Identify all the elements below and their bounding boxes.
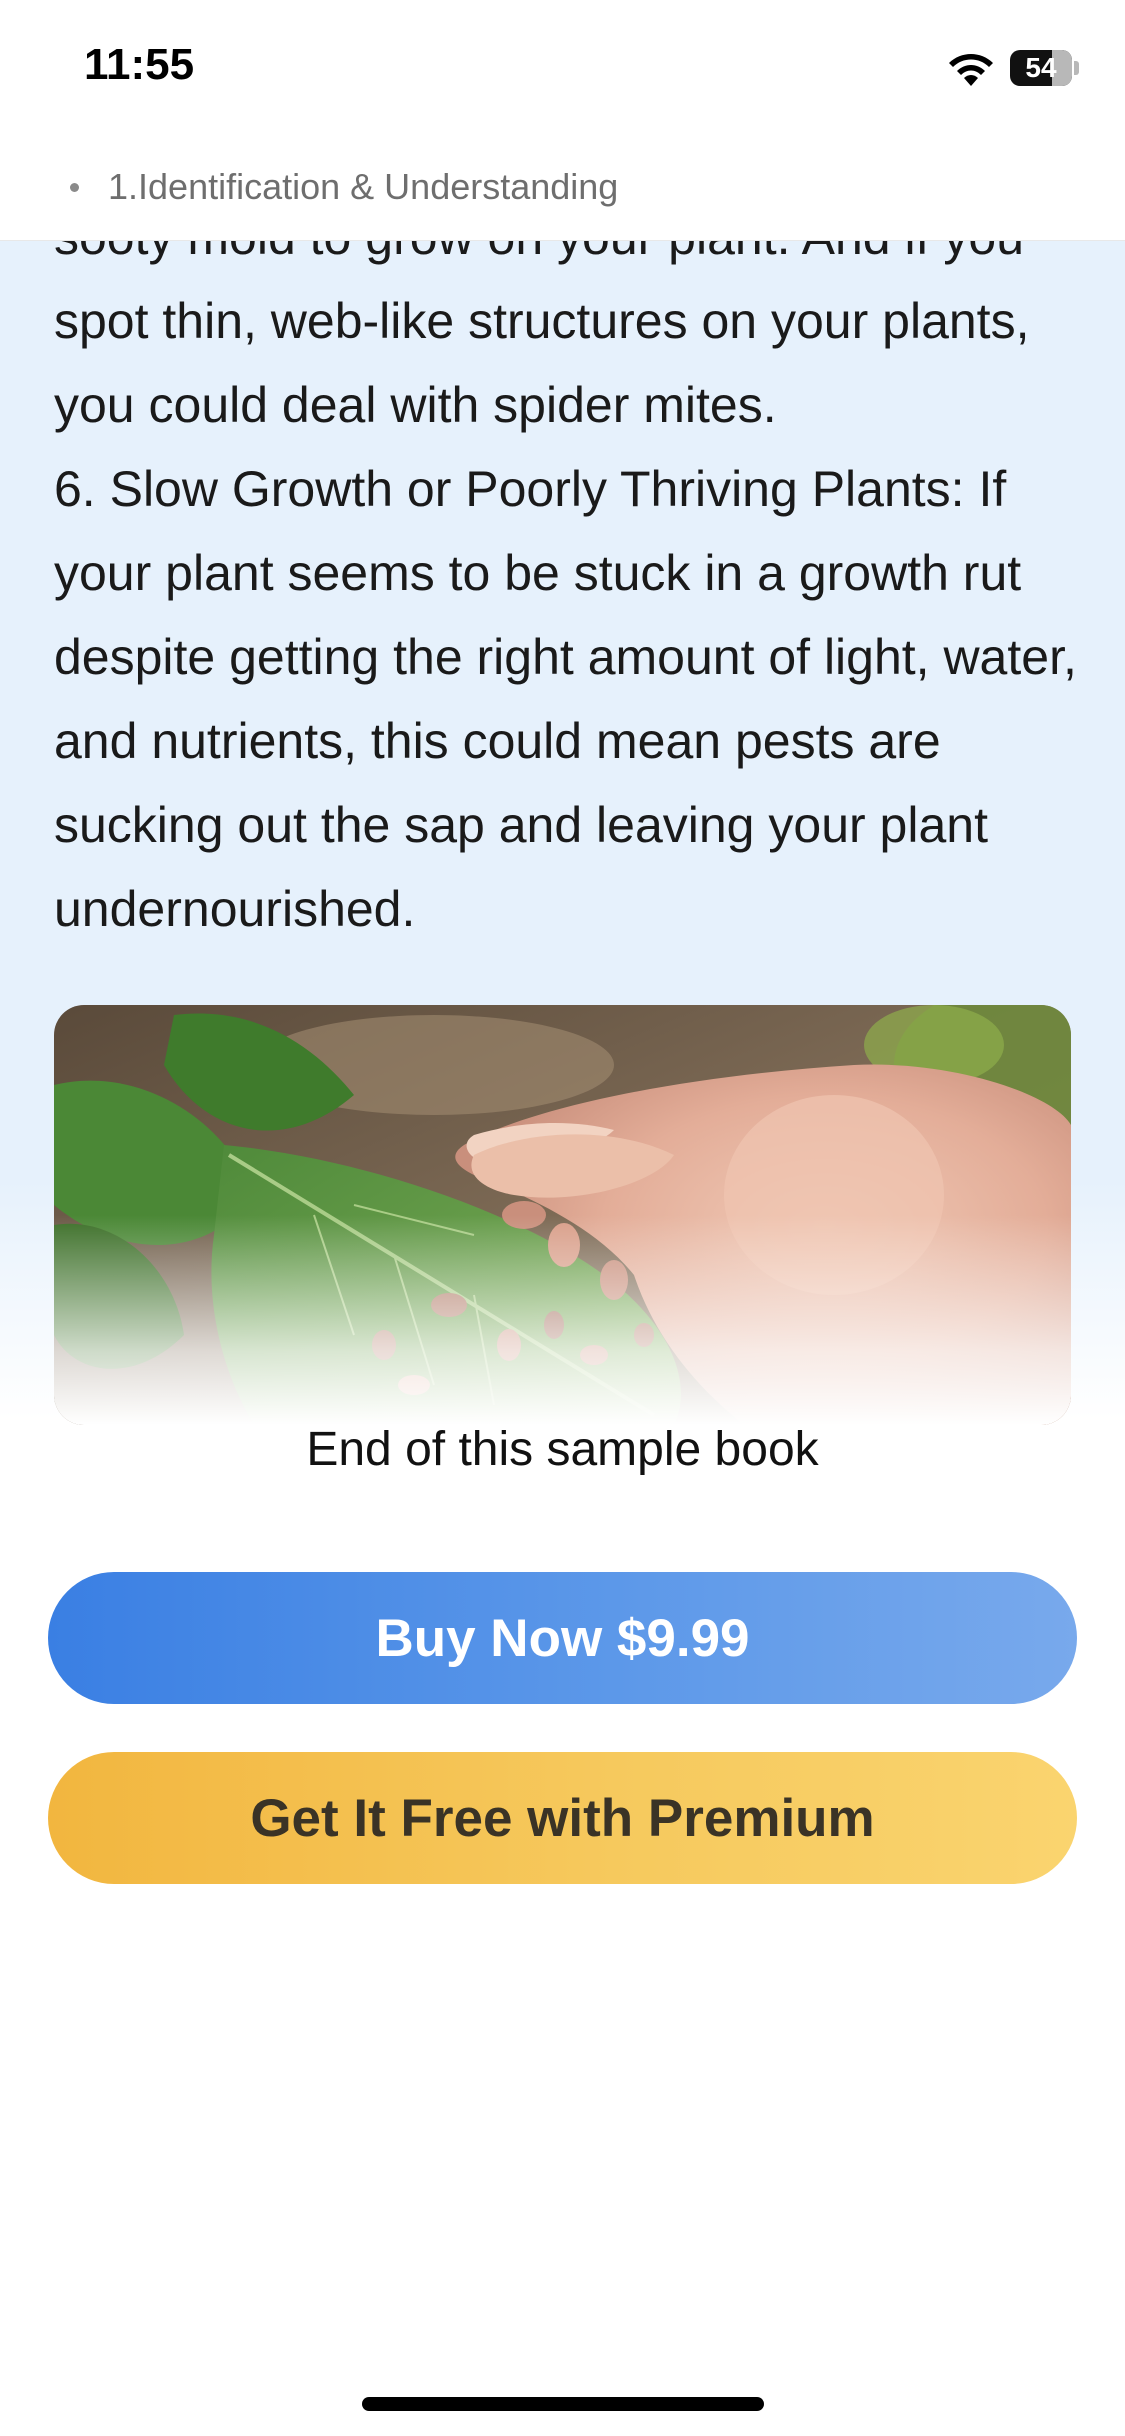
end-of-sample-label: End of this sample book: [306, 1423, 819, 1476]
home-indicator[interactable]: [362, 2397, 764, 2411]
bullet-dot-icon: [70, 183, 79, 192]
chapter-title[interactable]: 1.Identification & Understanding: [108, 166, 618, 208]
reader-screen: sooty mold to grow on your plant. And if…: [0, 0, 1125, 2436]
wifi-icon: [949, 54, 993, 86]
leaf-damage-photo: [54, 1005, 1071, 1425]
battery-icon: 54: [1010, 50, 1072, 86]
book-text: sooty mold to grow on your plant. And if…: [54, 195, 1084, 951]
status-time: 11:55: [84, 40, 195, 89]
buy-now-button[interactable]: Buy Now $9.99: [48, 1572, 1077, 1704]
get-free-premium-button[interactable]: Get It Free with Premium: [48, 1752, 1077, 1884]
battery-level: 54: [1025, 52, 1057, 83]
chapter-header[interactable]: 1.Identification & Understanding: [0, 140, 1125, 241]
book-paragraph: 6. Slow Growth or Poorly Thriving Plants…: [54, 461, 1077, 937]
battery-tip: [1074, 61, 1079, 75]
photo-fade-overlay: [54, 1215, 1071, 1425]
status-bar: 11:55 54: [0, 0, 1125, 140]
